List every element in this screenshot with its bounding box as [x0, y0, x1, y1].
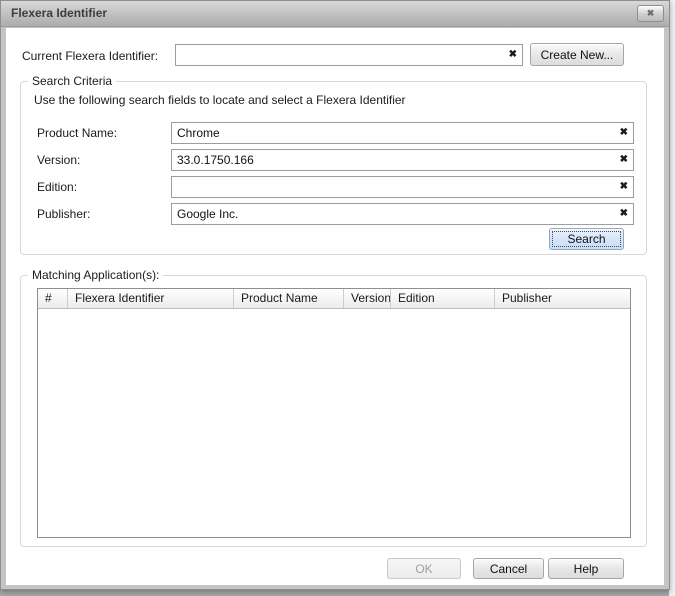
help-button[interactable]: Help [548, 558, 624, 579]
clear-icon[interactable]: ✖ [620, 182, 628, 192]
edition-field-wrap: ✖ [171, 176, 634, 198]
column-header-publisher[interactable]: Publisher [495, 289, 630, 308]
publisher-label: Publisher: [37, 207, 90, 221]
current-identifier-input[interactable] [176, 45, 522, 65]
create-new-button[interactable]: Create New... [530, 43, 624, 66]
matching-applications-group: Matching Application(s): # Flexera Ident… [20, 275, 647, 547]
dialog-titlebar[interactable]: Flexera Identifier ✖ [1, 1, 669, 27]
clear-icon[interactable]: ✖ [620, 155, 628, 165]
version-field-wrap: ✖ [171, 149, 634, 171]
publisher-field-wrap: ✖ [171, 203, 634, 225]
ok-button[interactable]: OK [387, 558, 461, 579]
matching-applications-group-title: Matching Application(s): [28, 268, 163, 283]
current-identifier-label: Current Flexera Identifier: [22, 49, 158, 63]
dialog-title: Flexera Identifier [11, 1, 107, 26]
column-header-version[interactable]: Version [344, 289, 391, 308]
search-button[interactable]: Search [549, 228, 624, 250]
current-identifier-field-wrap: ✖ [175, 44, 523, 66]
clear-icon[interactable]: ✖ [620, 128, 628, 138]
clear-icon[interactable]: ✖ [509, 50, 517, 60]
version-label: Version: [37, 153, 80, 167]
edition-input[interactable] [172, 177, 633, 197]
product-name-label: Product Name: [37, 126, 117, 140]
column-header-number[interactable]: # [38, 289, 68, 308]
column-header-edition[interactable]: Edition [391, 289, 495, 308]
matching-applications-table: # Flexera Identifier Product Name Versio… [37, 288, 631, 538]
version-input[interactable] [172, 150, 633, 170]
product-name-input[interactable] [172, 123, 633, 143]
search-criteria-group-title: Search Criteria [28, 74, 116, 89]
dialog-body: Current Flexera Identifier: ✖ Create New… [6, 28, 664, 585]
table-header-row: # Flexera Identifier Product Name Versio… [38, 289, 630, 309]
flexera-identifier-dialog: Flexera Identifier ✖ Current Flexera Ide… [0, 0, 670, 590]
screen: Flexera Identifier ✖ Current Flexera Ide… [0, 0, 675, 596]
search-instruction-text: Use the following search fields to locat… [34, 93, 406, 107]
clear-icon[interactable]: ✖ [620, 209, 628, 219]
search-criteria-group: Search Criteria Use the following search… [20, 81, 647, 255]
publisher-input[interactable] [172, 204, 633, 224]
close-icon[interactable]: ✖ [637, 5, 664, 22]
product-name-field-wrap: ✖ [171, 122, 634, 144]
table-body-empty [38, 309, 630, 537]
edition-label: Edition: [37, 180, 77, 194]
column-header-flexera-identifier[interactable]: Flexera Identifier [68, 289, 234, 308]
column-header-product-name[interactable]: Product Name [234, 289, 344, 308]
cancel-button[interactable]: Cancel [473, 558, 544, 579]
